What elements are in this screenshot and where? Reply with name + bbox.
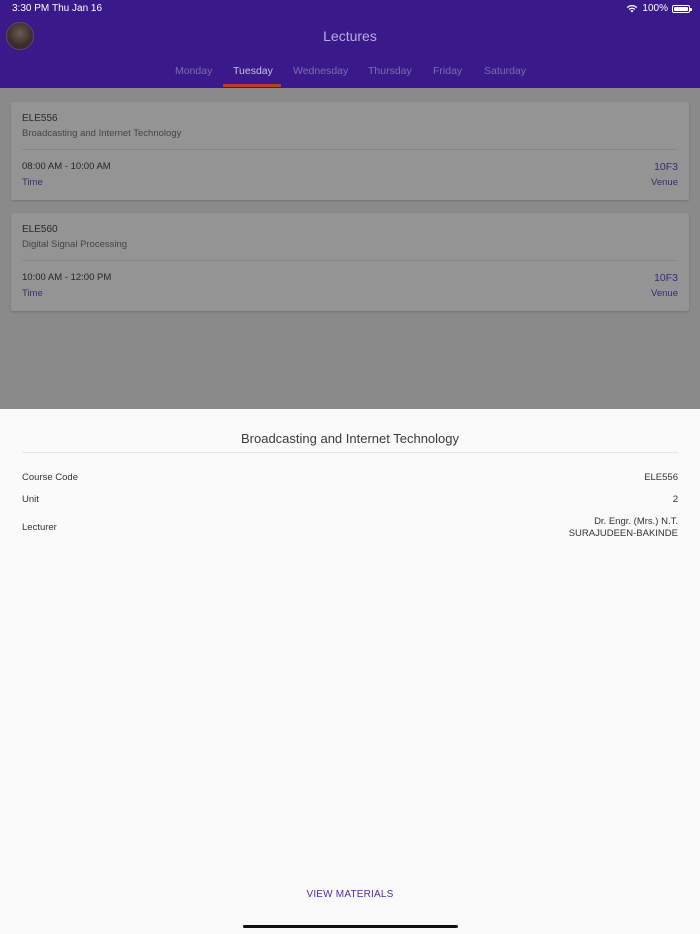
lecture-venue: 10F3 xyxy=(654,161,678,173)
lecture-card[interactable]: ELE556 Broadcasting and Internet Technol… xyxy=(11,102,689,200)
unit-value: 2 xyxy=(672,494,678,505)
course-name: Digital Signal Processing xyxy=(22,239,128,250)
day-tabs: Monday Tuesday Wednesday Thursday Friday… xyxy=(0,62,700,88)
tab-monday[interactable]: Monday xyxy=(175,65,212,77)
active-tab-indicator xyxy=(223,84,281,87)
lecture-venue: 10F3 xyxy=(654,272,678,284)
lecturer-name-line1: Dr. Engr. (Mrs.) N.T. xyxy=(594,516,678,527)
course-name: Broadcasting and Internet Technology xyxy=(22,128,182,139)
course-code: ELE560 xyxy=(22,224,58,235)
time-label: Time xyxy=(22,177,43,188)
tab-thursday[interactable]: Thursday xyxy=(368,65,412,77)
home-indicator xyxy=(243,925,458,928)
lecture-time: 10:00 AM - 12:00 PM xyxy=(22,272,112,283)
lecturer-name-line2: SURAJUDEEN-BAKINDE xyxy=(568,527,678,539)
view-materials-button[interactable]: VIEW MATERIALS xyxy=(0,889,700,900)
time-label: Time xyxy=(22,288,43,299)
course-code: ELE556 xyxy=(22,113,58,124)
page-title: Lectures xyxy=(323,28,377,44)
card-divider xyxy=(22,149,678,150)
tab-friday[interactable]: Friday xyxy=(433,65,462,77)
tab-wednesday[interactable]: Wednesday xyxy=(293,65,348,77)
unit-label: Unit xyxy=(22,494,39,505)
lecture-card[interactable]: ELE560 Digital Signal Processing 10:00 A… xyxy=(11,213,689,311)
sheet-title: Broadcasting and Internet Technology xyxy=(240,431,460,446)
venue-label: Venue xyxy=(651,288,678,299)
sheet-divider xyxy=(22,452,678,453)
tab-tuesday[interactable]: Tuesday xyxy=(233,65,273,77)
wifi-icon xyxy=(627,5,638,13)
status-bar: 3:30 PM Thu Jan 16 100% xyxy=(0,0,700,18)
card-divider xyxy=(22,260,678,261)
course-code-value: ELE556 xyxy=(644,472,678,483)
status-date: Thu Jan 16 xyxy=(52,3,103,14)
battery-icon xyxy=(672,4,692,13)
course-code-label: Course Code xyxy=(22,472,78,483)
course-detail-sheet: Broadcasting and Internet Technology Cou… xyxy=(0,409,700,934)
venue-label: Venue xyxy=(651,177,678,188)
battery-percent: 100% xyxy=(642,3,668,14)
lecture-time: 08:00 AM - 10:00 AM xyxy=(22,161,111,172)
lecturer-value: Dr. Engr. (Mrs.) N.T. SURAJUDEEN-BAKINDE xyxy=(569,516,678,539)
tab-saturday[interactable]: Saturday xyxy=(484,65,526,77)
status-time: 3:30 PM xyxy=(12,3,50,14)
app-header: 3:30 PM Thu Jan 16 100% Lectures Monday … xyxy=(0,0,700,88)
lecturer-label: Lecturer xyxy=(22,522,57,533)
status-indicators: 100% xyxy=(626,3,692,14)
lecture-list: ELE556 Broadcasting and Internet Technol… xyxy=(0,88,700,409)
